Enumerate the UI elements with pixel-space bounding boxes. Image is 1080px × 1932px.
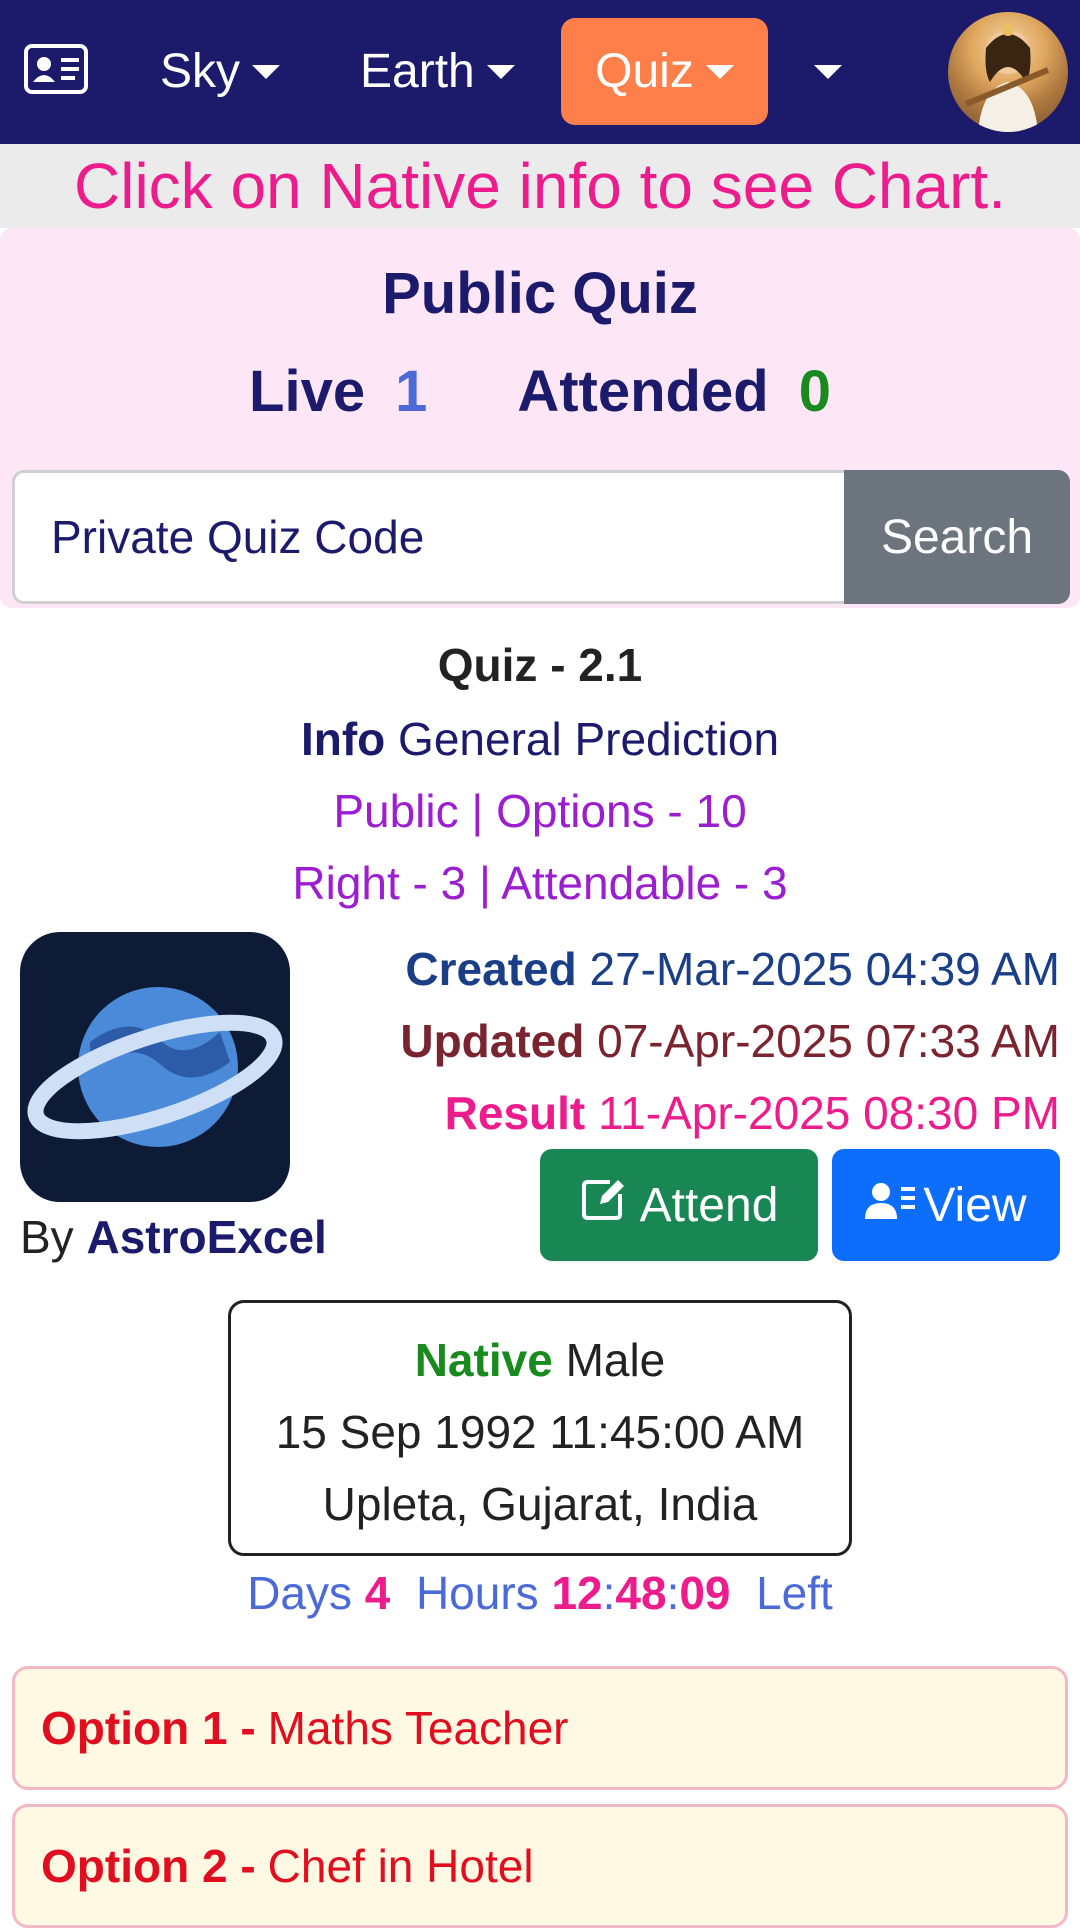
days-label: Days (247, 1567, 352, 1619)
live-count[interactable]: 1 (395, 359, 427, 424)
user-list-icon (865, 1178, 917, 1233)
quiz-info: Info General Prediction (0, 712, 1080, 766)
nav-earth-label: Earth (360, 45, 475, 98)
nav-earth-dropdown[interactable]: Earth (360, 40, 515, 104)
nav-quiz-dropdown[interactable]: Quiz (561, 18, 768, 125)
quiz-right-attendable: Right - 3 | Attendable - 3 (292, 857, 788, 909)
chevron-down-icon (814, 65, 842, 79)
updated-value: 07-Apr-2025 07:33 AM (597, 1015, 1060, 1067)
quiz-stats: Live 1 Attended 0 (0, 358, 1080, 425)
nav-sky-label: Sky (160, 45, 241, 98)
result-value: 11-Apr-2025 08:30 PM (598, 1087, 1060, 1139)
option-prefix: Option 1 - (41, 1702, 256, 1754)
edit-icon (580, 1176, 626, 1234)
id-card-icon[interactable] (24, 44, 88, 94)
created-date: Created 27-Mar-2025 04:39 AM (405, 942, 1060, 996)
author-line: By AstroExcel (20, 1210, 327, 1264)
option-prefix: Option 2 - (41, 1840, 256, 1892)
option-text: Maths Teacher (267, 1702, 569, 1754)
attended-count[interactable]: 0 (799, 359, 831, 424)
attend-button[interactable]: Attend (540, 1149, 818, 1261)
seconds-value: 09 (679, 1567, 731, 1619)
native-gender: Male (565, 1334, 666, 1386)
nav-more-dropdown[interactable] (814, 40, 850, 104)
minutes-value: 48 (615, 1567, 667, 1619)
top-navbar: Sky Earth Quiz (0, 0, 1080, 144)
chevron-down-icon (705, 64, 734, 79)
native-gender-line: Native Male (231, 1333, 849, 1387)
chart-hint: Click on Native info to see Chart. (0, 144, 1080, 228)
info-label: Info (300, 713, 386, 765)
attended-label: Attended (517, 359, 769, 424)
chevron-down-icon (252, 65, 281, 79)
view-button[interactable]: View (832, 1149, 1060, 1261)
private-quiz-code-input[interactable] (12, 470, 844, 604)
option-text: Chef in Hotel (267, 1840, 534, 1892)
days-value: 4 (364, 1567, 391, 1619)
private-quiz-search: Search (12, 470, 1070, 604)
created-label: Created (405, 943, 577, 995)
native-birth-place: Upleta, Gujarat, India (322, 1478, 758, 1530)
quiz-visibility: Public | Options - 10 (333, 785, 747, 837)
native-label: Native (414, 1334, 553, 1386)
public-quiz-title: Public Quiz (382, 261, 698, 326)
created-value: 27-Mar-2025 04:39 AM (589, 943, 1061, 995)
hours-value: 12 (551, 1567, 603, 1619)
nav-quiz-label: Quiz (595, 45, 694, 98)
nav-sky-dropdown[interactable]: Sky (160, 40, 281, 104)
search-button[interactable]: Search (844, 470, 1070, 604)
native-info-card[interactable]: Native Male 15 Sep 1992 11:45:00 AM Uple… (228, 1300, 852, 1556)
avatar[interactable] (948, 12, 1068, 132)
updated-label: Updated (400, 1015, 585, 1067)
author-name[interactable]: AstroExcel (86, 1211, 326, 1263)
countdown-timer: Days 4 Hours 12:48:09 Left (247, 1567, 833, 1619)
attend-label: Attend (639, 1178, 779, 1232)
result-date: Result 11-Apr-2025 08:30 PM (445, 1086, 1060, 1140)
option-item[interactable]: Option 1 - Maths Teacher (12, 1666, 1068, 1790)
option-item[interactable]: Option 2 - Chef in Hotel (12, 1804, 1068, 1928)
chevron-down-icon (486, 65, 515, 79)
info-value: General Prediction (398, 713, 780, 765)
quiz-name: Quiz - 2.1 (437, 639, 643, 691)
planet-icon (20, 932, 290, 1202)
native-birth-datetime: 15 Sep 1992 11:45:00 AM (275, 1406, 805, 1458)
result-label: Result (444, 1087, 586, 1139)
left-label: Left (756, 1567, 833, 1619)
view-label: View (923, 1178, 1027, 1232)
by-label: By (20, 1211, 74, 1263)
updated-date: Updated 07-Apr-2025 07:33 AM (400, 1014, 1060, 1068)
live-label: Live (249, 359, 366, 424)
hours-label: Hours (415, 1567, 539, 1619)
